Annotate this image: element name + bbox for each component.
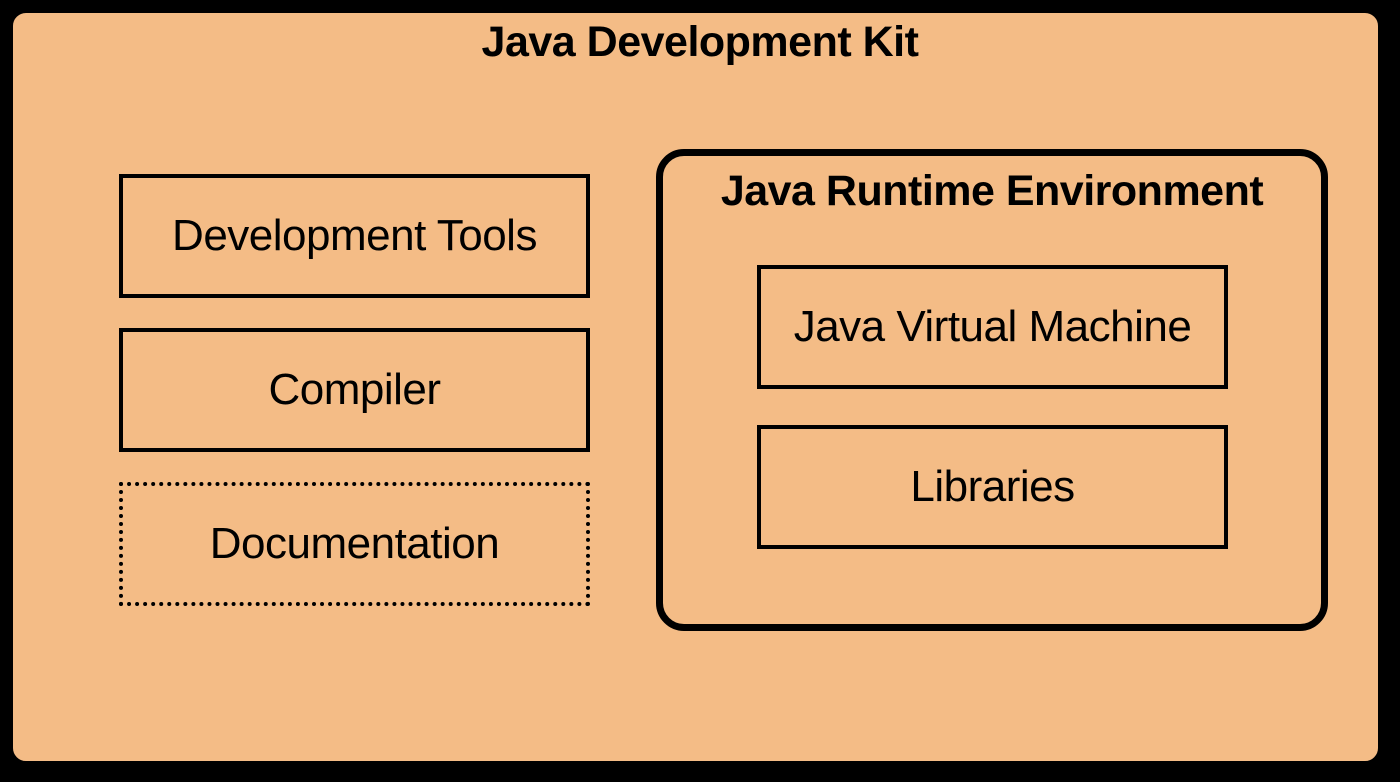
development-tools-box: Development Tools: [119, 174, 590, 298]
compiler-box: Compiler: [119, 328, 590, 452]
jdk-title: Java Development Kit: [481, 18, 919, 66]
libraries-box: Libraries: [757, 425, 1228, 549]
java-virtual-machine-box: Java Virtual Machine: [757, 265, 1228, 389]
documentation-box: Documentation: [119, 482, 590, 606]
jre-title: Java Runtime Environment: [720, 167, 1264, 215]
jre-container: [656, 149, 1328, 631]
